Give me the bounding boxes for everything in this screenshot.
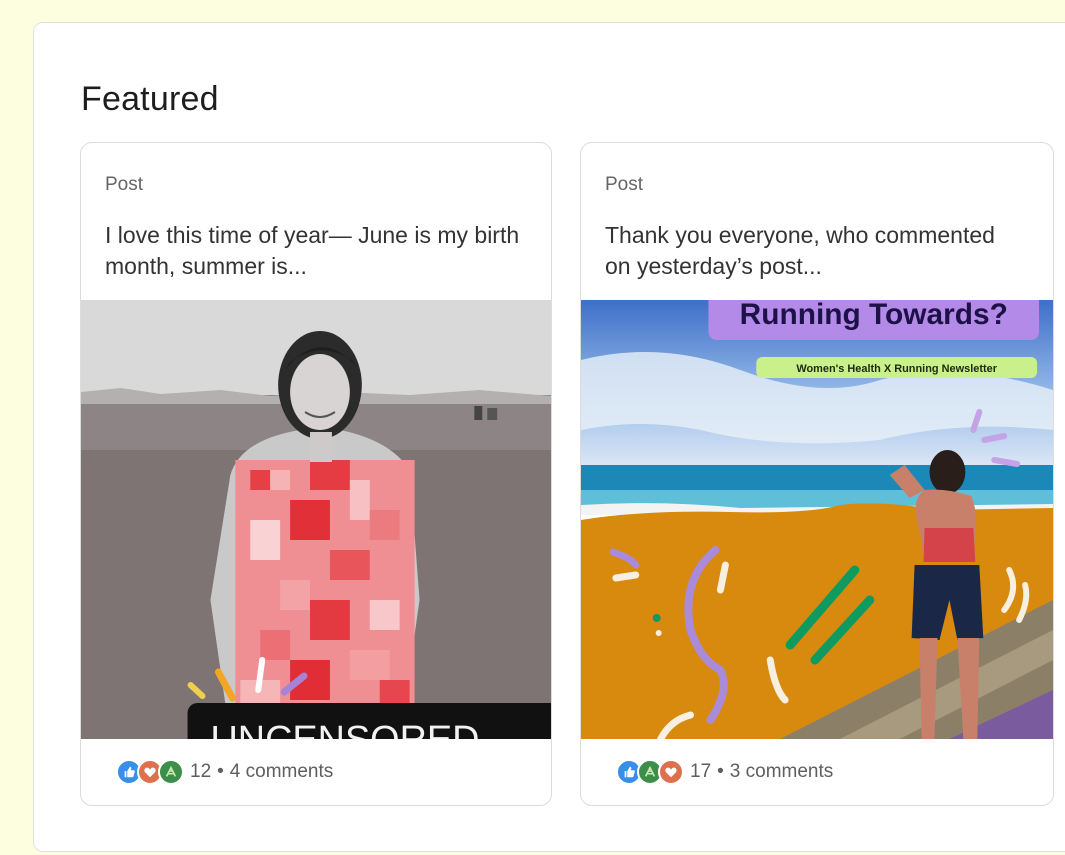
reaction-count[interactable]: 12 bbox=[190, 761, 211, 782]
comments-count[interactable]: 3 comments bbox=[730, 761, 833, 782]
featured-post-card[interactable]: Post I love this time of year— June is m… bbox=[80, 142, 552, 806]
post-type-label: Post bbox=[605, 174, 644, 195]
post-image[interactable]: Running Towards? Women's Health X Runnin… bbox=[581, 300, 1053, 739]
reaction-icons[interactable] bbox=[116, 758, 184, 785]
image-tag: Women's Health X Running Newsletter bbox=[796, 363, 997, 375]
post-image[interactable]: UNCENSORED bbox=[81, 300, 551, 739]
card-social-footer: 17 • 3 comments bbox=[581, 738, 1053, 805]
love-icon bbox=[658, 758, 684, 785]
support-icon bbox=[158, 758, 184, 785]
post-text[interactable]: Thank you everyone, who commented on yes… bbox=[605, 220, 1025, 282]
beach-running-image: Running Towards? Women's Health X Runnin… bbox=[581, 300, 1053, 739]
post-text[interactable]: I love this time of year— June is my bir… bbox=[105, 220, 525, 282]
image-headline: Running Towards? bbox=[740, 300, 1008, 331]
card-social-footer: 12 • 4 comments bbox=[81, 738, 551, 805]
separator-dot: • bbox=[717, 760, 724, 782]
engagement-counts: 12 • 4 comments bbox=[190, 761, 333, 783]
post-type-label: Post bbox=[105, 174, 144, 195]
section-title: Featured bbox=[81, 80, 219, 118]
beach-portrait-image: UNCENSORED bbox=[81, 300, 551, 739]
comments-count[interactable]: 4 comments bbox=[230, 761, 333, 782]
image-banner-text: UNCENSORED bbox=[210, 719, 479, 739]
engagement-counts: 17 • 3 comments bbox=[690, 761, 833, 783]
featured-section: Featured Post I love this time of year— … bbox=[33, 22, 1065, 852]
reaction-count[interactable]: 17 bbox=[690, 761, 711, 782]
featured-post-card[interactable]: Post Thank you everyone, who commented o… bbox=[580, 142, 1054, 806]
separator-dot: • bbox=[217, 760, 224, 782]
reaction-icons[interactable] bbox=[616, 758, 684, 785]
